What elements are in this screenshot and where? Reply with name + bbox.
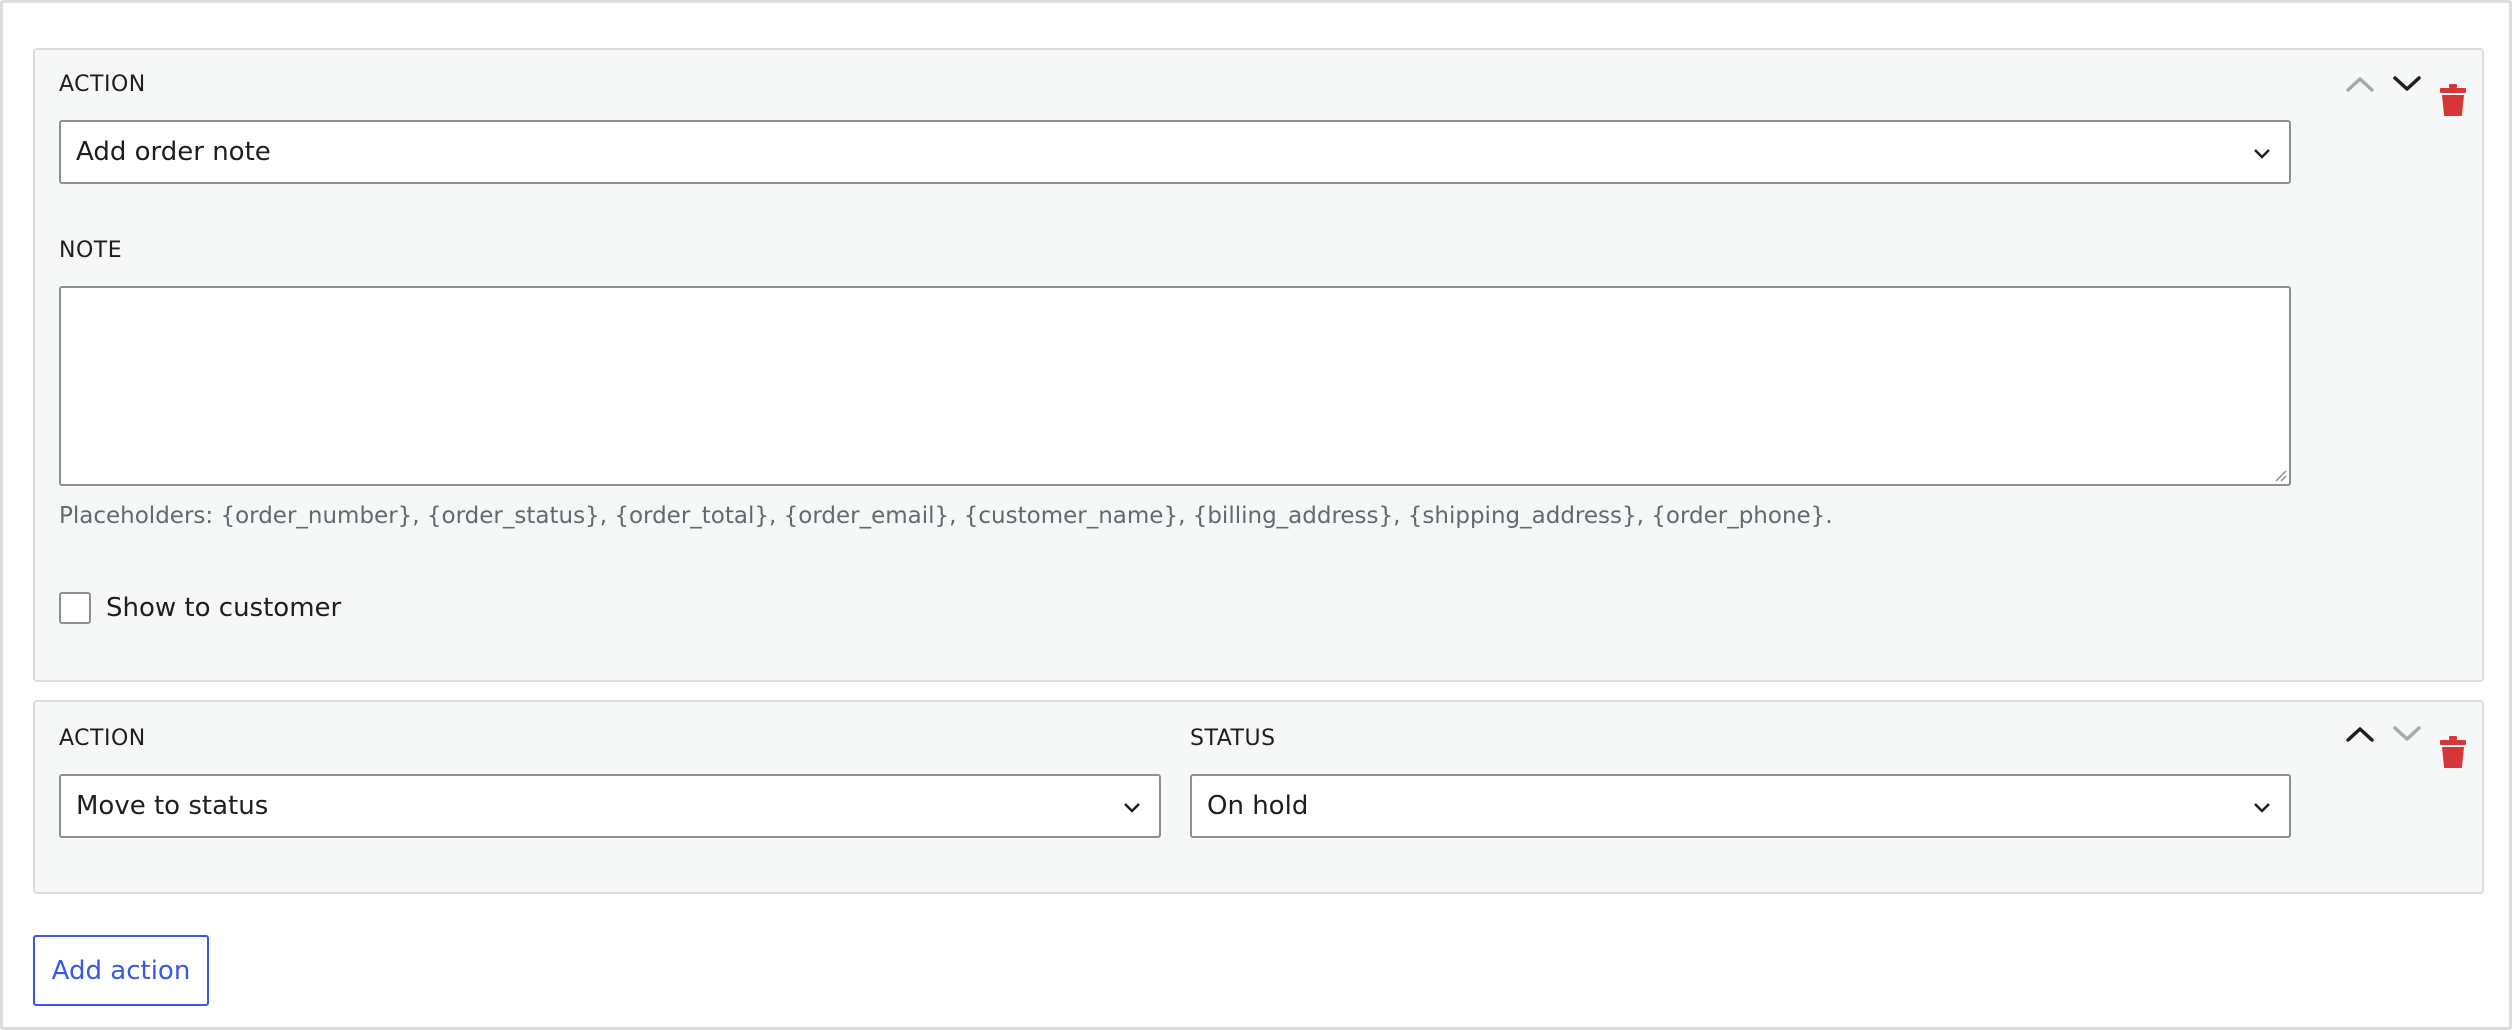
action-label: ACTION [59,72,146,97]
action-select-value: Move to status [76,791,269,821]
chevron-down-icon [2393,726,2421,741]
note-textarea[interactable] [59,286,2291,486]
trash-icon [2440,84,2466,116]
move-down-button[interactable] [2387,716,2427,752]
action-select-value: Add order note [76,137,271,167]
action-select[interactable]: Move to status [59,774,1161,838]
show-to-customer-label: Show to customer [106,593,342,623]
placeholders-help-text: Placeholders: {order_number}, {order_sta… [59,503,1833,529]
action-select[interactable]: Add order note [59,120,2291,184]
chevron-up-icon [2346,727,2374,742]
resize-handle-icon[interactable] [2271,466,2287,482]
trash-icon [2440,736,2466,768]
status-select-value: On hold [1207,791,1309,821]
show-to-customer-checkbox-row[interactable]: Show to customer [59,592,341,624]
status-select[interactable]: On hold [1190,774,2291,838]
delete-button[interactable] [2433,82,2473,118]
show-to-customer-checkbox[interactable] [59,592,91,624]
chevron-up-icon [2346,77,2374,92]
chevron-down-icon [2393,76,2421,91]
move-up-button[interactable] [2340,66,2380,102]
add-action-button[interactable]: Add action [33,935,209,1006]
chevron-down-icon [1124,803,1140,813]
chevron-down-icon [2254,803,2270,813]
actions-panel: ACTION Add order note NOTE Placeholders:… [0,0,2512,1030]
action-label: ACTION [59,726,146,751]
delete-button[interactable] [2433,734,2473,770]
move-up-button[interactable] [2340,716,2380,752]
note-label: NOTE [59,238,123,263]
chevron-down-icon [2254,149,2270,159]
move-down-button[interactable] [2387,66,2427,102]
status-label: STATUS [1190,726,1276,751]
action-card-move-to-status: ACTION Move to status STATUS On hold [33,700,2484,894]
action-card-add-order-note: ACTION Add order note NOTE Placeholders:… [33,48,2484,682]
